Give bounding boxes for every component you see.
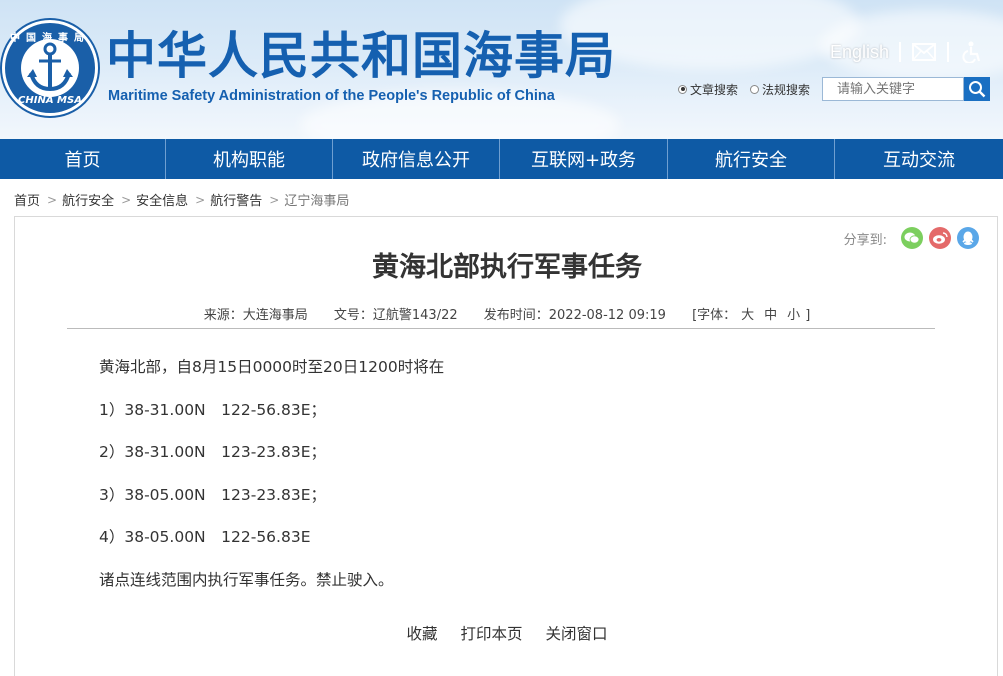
radio-label: 文章搜索 xyxy=(690,81,738,98)
accessibility-icon[interactable] xyxy=(959,40,985,64)
article-paragraph: 诸点连线范围内执行军事任务。禁止驶入。 xyxy=(99,568,444,611)
article-body: 黄海北部，自8月15日0000时至20日1200时将在 1）38-31.00N … xyxy=(99,355,444,610)
msa-logo[interactable]: 中国海事局 CHINA MSA xyxy=(2,20,98,116)
logo-ring-bottom: CHINA MSA xyxy=(5,95,95,106)
font-size-prefix: [字体： xyxy=(692,308,736,323)
breadcrumb-item-current[interactable]: 辽宁海事局 xyxy=(284,190,349,209)
search-button[interactable] xyxy=(964,77,990,101)
breadcrumb-item[interactable]: 航行警告 xyxy=(210,190,262,209)
anchor-icon xyxy=(23,39,77,95)
article-paragraph: 3）38-05.00N 123-23.83E； xyxy=(99,483,444,526)
article-meta: 来源：大连海事局 文号：辽航警143/22 发布时间：2022-08-12 09… xyxy=(15,304,999,323)
nav-item-gov-info[interactable]: 政府信息公开 xyxy=(333,139,500,179)
radio-dot[interactable] xyxy=(750,85,759,94)
favorite-link[interactable]: 收藏 xyxy=(407,625,438,643)
font-size-small[interactable]: 小 xyxy=(787,308,800,323)
article-paragraph: 2）38-31.00N 123-23.83E； xyxy=(99,440,444,483)
radio-dot-selected[interactable] xyxy=(678,85,687,94)
article-source: 来源：大连海事局 xyxy=(204,308,308,323)
main-nav: 首页 机构职能 政府信息公开 互联网+政务 航行安全 互动交流 xyxy=(0,139,1003,179)
breadcrumb-item[interactable]: 安全信息 xyxy=(136,190,188,209)
font-size-medium[interactable]: 中 xyxy=(764,308,777,323)
radio-label: 法规搜索 xyxy=(762,81,810,98)
chevron-right-icon: > xyxy=(195,193,205,207)
chevron-right-icon: > xyxy=(47,193,57,207)
nav-item-navigation-safety[interactable]: 航行安全 xyxy=(668,139,835,179)
article-title: 黄海北部执行军事任务 xyxy=(15,245,999,284)
search-input[interactable] xyxy=(822,77,964,101)
radio-law-search[interactable]: 法规搜索 xyxy=(750,81,810,98)
print-link[interactable]: 打印本页 xyxy=(460,625,522,643)
nav-item-interaction[interactable]: 互动交流 xyxy=(835,139,1003,179)
article-actions: 收藏 打印本页 关闭窗口 xyxy=(15,622,999,644)
divider xyxy=(67,328,935,329)
breadcrumb-item[interactable]: 航行安全 xyxy=(62,190,114,209)
radio-article-search[interactable]: 文章搜索 xyxy=(678,81,738,98)
article-paragraph: 1）38-31.00N 122-56.83E； xyxy=(99,398,444,441)
mail-icon[interactable] xyxy=(911,40,937,64)
font-size-suffix: ] xyxy=(805,308,810,323)
top-links: English xyxy=(830,40,985,64)
english-link[interactable]: English xyxy=(830,42,889,63)
breadcrumb: 首页 > 航行安全 > 安全信息 > 航行警告 > 辽宁海事局 xyxy=(14,190,349,209)
close-window-link[interactable]: 关闭窗口 xyxy=(545,625,607,643)
site-title-cn: 中华人民共和国海事局 xyxy=(106,28,616,84)
divider xyxy=(947,42,949,62)
nav-item-internet-gov[interactable]: 互联网+政务 xyxy=(500,139,668,179)
search-icon xyxy=(968,80,986,98)
site-title-en: Maritime Safety Administration of the Pe… xyxy=(108,88,555,104)
article-publish-time: 发布时间：2022-08-12 09:19 xyxy=(484,308,666,323)
article-doc-number: 文号：辽航警143/22 xyxy=(334,308,458,323)
font-size-selector: [字体： 大中小] xyxy=(692,308,810,323)
chevron-right-icon: > xyxy=(121,193,131,207)
breadcrumb-item[interactable]: 首页 xyxy=(14,190,40,209)
divider xyxy=(899,42,901,62)
site-header: 中国海事局 CHINA MSA 中华人民共和国海事局 Maritime Safe… xyxy=(0,0,1003,139)
search-area: 文章搜索 法规搜索 xyxy=(678,77,990,101)
article-paragraph: 黄海北部，自8月15日0000时至20日1200时将在 xyxy=(99,355,444,398)
article-container: 分享到: 黄海北部执行军事任务 来源：大连海事局 文号：辽航警143/22 发布… xyxy=(14,216,998,676)
font-size-large[interactable]: 大 xyxy=(741,308,754,323)
nav-item-home[interactable]: 首页 xyxy=(0,139,166,179)
nav-item-functions[interactable]: 机构职能 xyxy=(166,139,333,179)
article-paragraph: 4）38-05.00N 122-56.83E xyxy=(99,525,444,568)
chevron-right-icon: > xyxy=(269,193,279,207)
